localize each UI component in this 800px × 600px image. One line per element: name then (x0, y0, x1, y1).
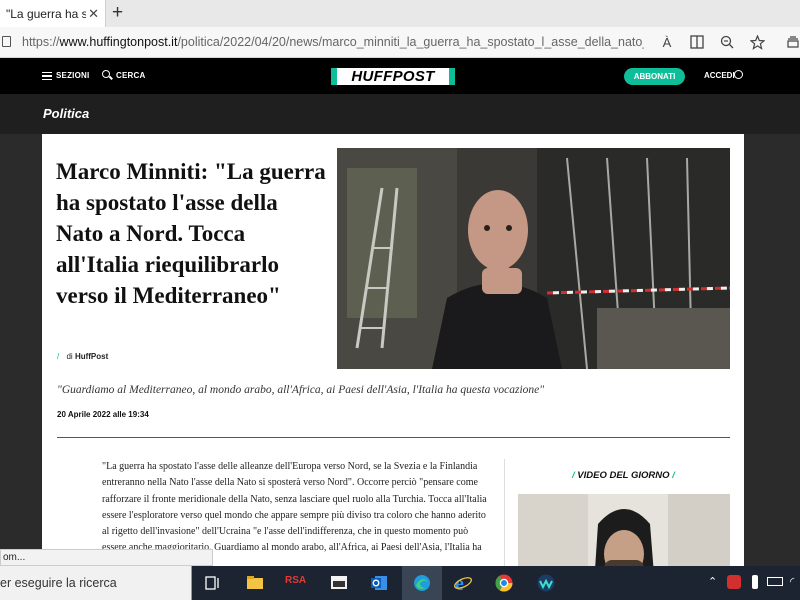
webex-icon[interactable] (536, 573, 556, 593)
section-title[interactable]: Politica (43, 106, 89, 121)
edge-icon[interactable] (412, 573, 432, 593)
subscribe-button[interactable]: ABBONATI (624, 68, 685, 85)
chrome-icon[interactable] (494, 573, 514, 593)
video-of-the-day-label: / VIDEO DEL GIORNO / (572, 470, 675, 481)
new-tab-icon[interactable]: + (112, 3, 123, 23)
collections-icon[interactable] (784, 33, 800, 51)
sections-menu-link[interactable]: SEZIONI (56, 71, 89, 80)
tray-chevron-icon[interactable]: ⌃ (708, 575, 717, 588)
taskbar-search-box[interactable]: er eseguire la ricerca (0, 566, 192, 600)
mcafee-icon[interactable] (727, 575, 741, 589)
article-container: Marco Minniti: "La guerra ha spostato l'… (42, 134, 744, 600)
byline-author[interactable]: HuffPost (75, 352, 108, 361)
status-link-tooltip: om... (0, 549, 213, 566)
hero-photo (337, 148, 730, 369)
search-link[interactable]: CERCA (116, 71, 145, 80)
browser-tab[interactable]: "La guerra ha spo ✕ (0, 0, 106, 27)
user-icon[interactable] (734, 70, 743, 79)
read-aloud-icon[interactable]: À (658, 33, 676, 51)
byline: / di HuffPost (57, 352, 108, 361)
address-bar: https://www.huffingtonpost.it/politica/2… (0, 27, 800, 58)
favorites-icon[interactable] (748, 33, 766, 51)
wifi-icon[interactable]: ◜ (790, 575, 794, 588)
url-field[interactable]: https://www.huffingtonpost.it/politica/2… (22, 35, 644, 49)
close-tab-icon[interactable]: ✕ (88, 6, 99, 22)
site-header: SEZIONI CERCA HUFFPOST ABBONATI ACCEDI (0, 58, 800, 94)
divider (57, 437, 730, 438)
usb-device-icon[interactable] (752, 575, 758, 589)
video-label-slash-left: / (572, 470, 575, 481)
immersive-reader-icon[interactable] (688, 33, 706, 51)
logo-text: HUFFPOST (351, 68, 435, 85)
battery-icon[interactable] (767, 577, 783, 586)
task-view-icon[interactable] (203, 573, 223, 593)
hamburger-menu-icon[interactable] (42, 72, 52, 80)
search-icon[interactable] (102, 70, 110, 78)
video-label-text: VIDEO DEL GIORNO (577, 470, 670, 481)
byline-slash: / (57, 352, 60, 361)
zoom-icon[interactable] (718, 33, 736, 51)
byline-prefix: di (66, 352, 73, 361)
publish-date: 20 Aprile 2022 alle 19:34 (57, 410, 149, 419)
video-label-slash-right: / (672, 470, 675, 481)
url-prefix: https:// (22, 35, 60, 49)
browser-tab-strip: "La guerra ha spo ✕ + (0, 0, 800, 27)
article-subtitle: "Guardiamo al Mediterraneo, al mondo ara… (57, 384, 545, 396)
lock-icon[interactable] (2, 36, 11, 47)
rsa-app-icon[interactable]: RSA (285, 575, 306, 595)
taskbar: er eseguire la ricerca RSA e ⌃ ◜ (0, 566, 800, 600)
file-explorer-icon[interactable] (245, 573, 265, 593)
login-link[interactable]: ACCEDI (704, 71, 735, 80)
url-path: /politica/2022/04/20/news/marco_minniti_… (177, 35, 644, 49)
article-headline: Marco Minniti: "La guerra ha spostato l'… (56, 159, 326, 308)
section-bar: Politica (0, 94, 800, 134)
outlook-icon[interactable] (369, 573, 389, 593)
internet-explorer-icon[interactable]: e (453, 573, 473, 595)
tab-title: "La guerra ha spo (6, 6, 86, 21)
app-window-icon[interactable] (329, 573, 349, 593)
url-host: www.huffingtonpost.it (59, 35, 178, 49)
